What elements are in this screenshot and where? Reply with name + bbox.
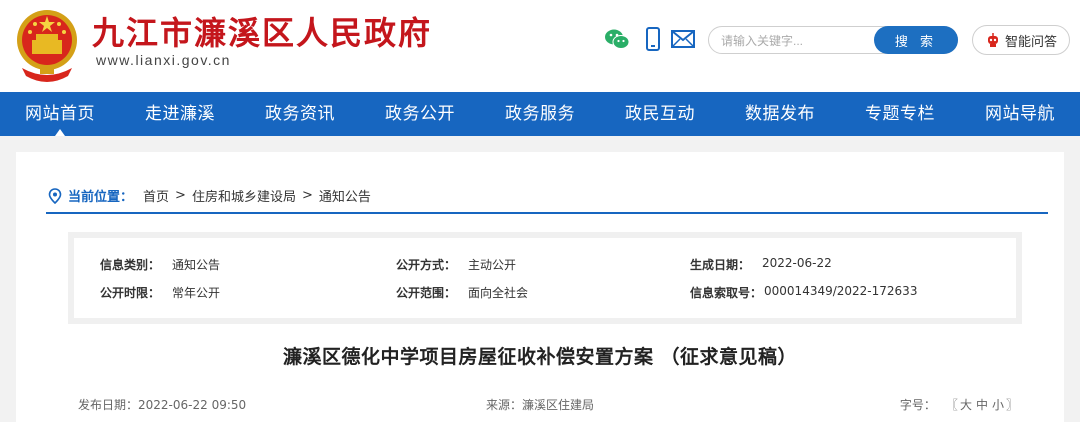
active-caret-icon (55, 129, 65, 136)
font-bracket-close: 〗 (1005, 398, 1018, 412)
site-domain: www.lianxi.gov.cn (96, 52, 231, 68)
location-pin-icon (48, 187, 62, 204)
nav-item-news[interactable]: 政务资讯 (240, 92, 360, 136)
breadcrumb-home[interactable]: 首页 (143, 186, 169, 205)
font-size-large[interactable]: 大 (960, 396, 972, 413)
breadcrumb-label: 当前位置： (68, 190, 134, 205)
breadcrumb-separator: > (301, 188, 313, 203)
search-button[interactable]: 搜 索 (874, 26, 958, 54)
font-size-label: 字号： (899, 398, 936, 412)
nav-item-sitemap[interactable]: 网站导航 (960, 92, 1080, 136)
article-source: 来源：濂溪区住建局 (486, 398, 595, 412)
breadcrumb-department[interactable]: 住房和城乡建设局 (192, 186, 296, 205)
nav-item-data[interactable]: 数据发布 (720, 92, 840, 136)
site-title[interactable]: 九江市濂溪区人民政府 (92, 8, 432, 54)
content-card: 当前位置： 首页 > 住房和城乡建设局 > 通知公告 信息类别： 通知公告 公开方… (16, 152, 1064, 422)
breadcrumb-separator: > (175, 188, 186, 203)
info-method: 公开方式： 主动公开 (396, 258, 517, 272)
info-panel: 信息类别： 通知公告 公开方式： 主动公开 生成日期： 2022-06-22 公开时限… (68, 232, 1022, 324)
info-scope: 公开范围： 面向全社会 (396, 286, 529, 300)
font-size-small[interactable]: 小 (992, 396, 1004, 413)
breadcrumb-divider (46, 212, 1048, 214)
breadcrumb: 当前位置： 首页 > 住房和城乡建设局 > 通知公告 (48, 186, 371, 205)
article-meta: 发布日期：2022-06-22 09:50 来源：濂溪区住建局 字号： 〖 大 … (74, 396, 1018, 416)
smart-qa-label: 智能问答 (1004, 34, 1057, 50)
publish-date: 发布日期：2022-06-22 09:50 (78, 398, 247, 412)
wechat-icon[interactable] (604, 26, 630, 52)
font-size-medium[interactable]: 中 (976, 396, 988, 413)
info-category: 信息类别： 通知公告 (100, 258, 221, 272)
nav-item-services[interactable]: 政务服务 (480, 92, 600, 136)
national-emblem-icon (17, 10, 77, 82)
nav-item-topics[interactable]: 专题专栏 (840, 92, 960, 136)
mobile-icon[interactable] (640, 26, 666, 52)
info-period: 公开时限： 常年公开 (100, 286, 221, 300)
nav-item-disclosure[interactable]: 政务公开 (360, 92, 480, 136)
mail-icon[interactable] (670, 26, 696, 52)
info-panel-inner: 信息类别： 通知公告 公开方式： 主动公开 生成日期： 2022-06-22 公开时限… (74, 238, 1016, 318)
nav-item-home[interactable]: 网站首页 (0, 92, 120, 136)
main-nav: 网站首页 走进濂溪 政务资讯 政务公开 政务服务 政民互动 数据发布 专题专栏 … (0, 92, 1080, 136)
nav-item-about[interactable]: 走进濂溪 (120, 92, 240, 136)
info-index: 信息索取号： 000014349/2022-172633 (690, 284, 918, 300)
info-date: 生成日期： 2022-06-22 (690, 256, 832, 272)
robot-icon (987, 33, 998, 47)
breadcrumb-notices[interactable]: 通知公告 (319, 186, 371, 205)
nav-item-interaction[interactable]: 政民互动 (600, 92, 720, 136)
article-title: 濂溪区德化中学项目房屋征收补偿安置方案 （征求意见稿） (282, 346, 798, 368)
font-bracket-open: 〖 (945, 398, 958, 412)
font-size-switcher: 字号： 〖 大 中 小 〗 (900, 396, 1018, 413)
smart-qa-button[interactable]: 智能问答 (972, 25, 1070, 55)
search-input[interactable] (721, 31, 871, 51)
site-header: 九江市濂溪区人民政府 www.lianxi.gov.cn 搜 索 智能问答 (0, 0, 1080, 92)
